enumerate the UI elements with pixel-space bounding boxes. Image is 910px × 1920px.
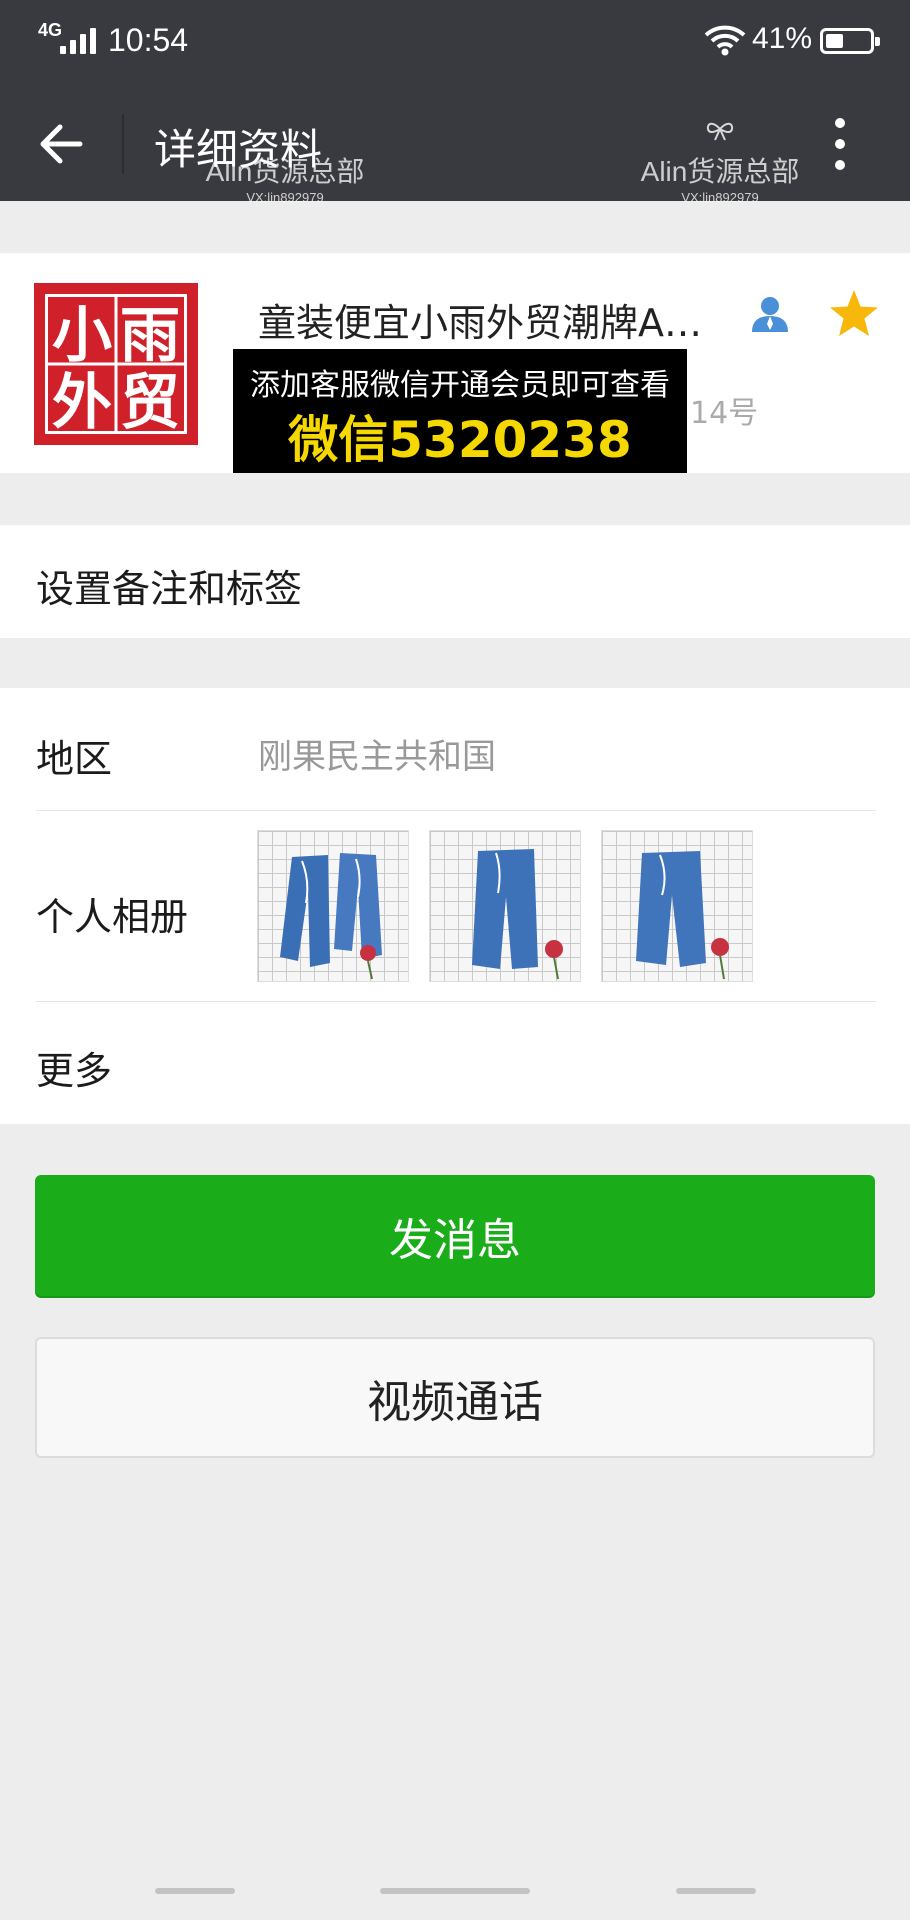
- bow-icon: [706, 122, 734, 141]
- watermark: Alin货源总部 VX:lin892979: [630, 122, 810, 205]
- album-photo[interactable]: [601, 830, 753, 982]
- status-time: 10:54: [108, 22, 189, 58]
- profile-name: 童装便宜小雨外贸潮牌A…: [258, 301, 702, 345]
- nav-hint-home[interactable]: [380, 1888, 530, 1894]
- region-label: 地区: [36, 737, 113, 781]
- more-label: 更多: [36, 1049, 113, 1093]
- overlay-ad-text: 添加客服微信开通会员即可查看: [250, 368, 670, 403]
- video-call-button[interactable]: 视频通话: [35, 1337, 875, 1458]
- contact-icon: [752, 297, 788, 332]
- account-id: 14号: [690, 396, 759, 431]
- overlay-ad-wechat: 微信5320238: [288, 411, 632, 469]
- star-icon[interactable]: [828, 288, 880, 338]
- nav-hint-right[interactable]: [676, 1888, 756, 1894]
- battery-icon: [820, 28, 880, 54]
- signal-icon: [60, 28, 96, 54]
- battery-percent: 41%: [752, 22, 813, 55]
- send-message-button[interactable]: 发消息: [35, 1175, 875, 1296]
- watermark: Alin货源总部 VX:lin892979: [205, 156, 365, 205]
- remark-label: 设置备注和标签: [36, 567, 303, 611]
- album-label: 个人相册: [36, 895, 189, 939]
- more-options-icon[interactable]: [820, 112, 860, 176]
- album-photo[interactable]: [429, 830, 581, 982]
- more-row[interactable]: [0, 1002, 910, 1124]
- back-arrow-icon[interactable]: [30, 112, 94, 176]
- region-value: 刚果民主共和国: [258, 737, 496, 777]
- album-photo[interactable]: [257, 830, 409, 982]
- nav-hint-left[interactable]: [155, 1888, 235, 1894]
- wifi-icon: [704, 25, 746, 56]
- battery-fill: [826, 34, 843, 48]
- avatar[interactable]: 小 雨 外 贸: [34, 283, 198, 445]
- nav-divider: [122, 114, 124, 174]
- network-type: 4G: [38, 20, 63, 40]
